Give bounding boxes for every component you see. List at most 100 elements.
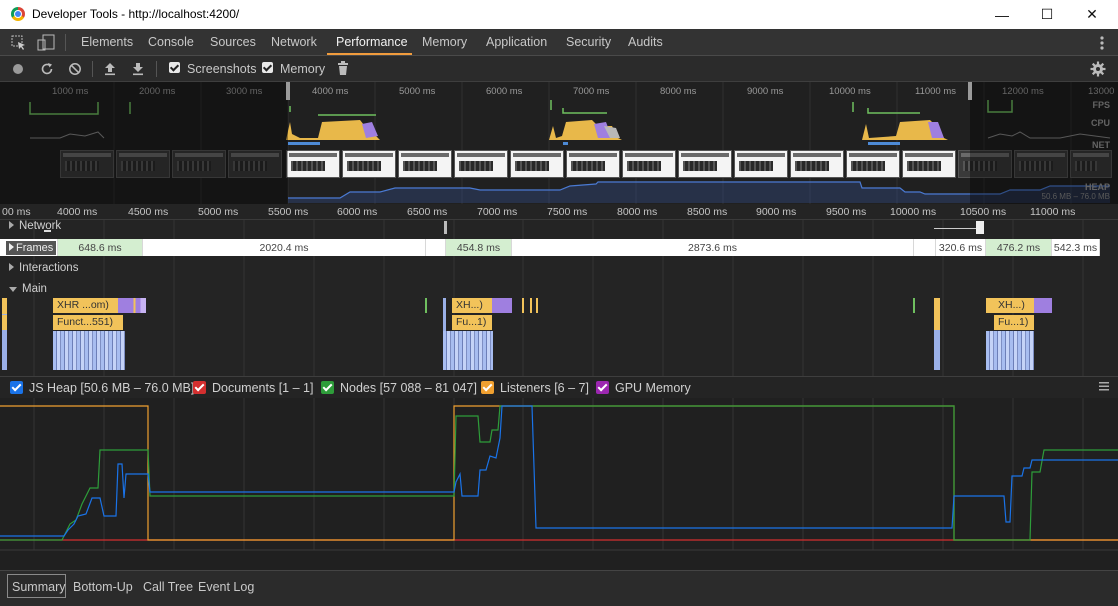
minimize-button[interactable]: — (979, 0, 1025, 29)
xhr-load-event[interactable]: XH...) (994, 298, 1034, 313)
settings-gear-icon[interactable] (1090, 61, 1106, 77)
flame-event[interactable] (986, 298, 994, 313)
ruler-tick: 6000 ms (337, 206, 378, 218)
tab-audits[interactable]: Audits (628, 35, 663, 49)
tab-bottom-up[interactable]: Bottom-Up (73, 580, 133, 594)
flame-event[interactable] (934, 298, 940, 330)
tab-application[interactable]: Application (486, 35, 547, 49)
devtools-tab-bar: Elements Console Sources Network Perform… (0, 29, 1118, 56)
close-button[interactable]: ✕ (1069, 0, 1115, 29)
maximize-button[interactable]: ☐ (1024, 0, 1070, 29)
tab-elements[interactable]: Elements (81, 35, 133, 49)
ruler-tick: 5000 ms (198, 206, 239, 218)
interactions-track-toggle[interactable]: Interactions (9, 262, 78, 274)
flame-event[interactable] (530, 298, 532, 313)
flame-subcalls[interactable] (443, 331, 493, 370)
xhr-load-event[interactable]: XHR ...om) (53, 298, 118, 313)
function-call-event[interactable]: Fu...1) (994, 315, 1034, 330)
frame-block[interactable]: 476.2 ms (986, 239, 1052, 256)
device-toolbar-icon[interactable] (37, 34, 55, 51)
network-track-toggle[interactable]: Network (9, 220, 61, 232)
tab-network[interactable]: Network (271, 35, 317, 49)
tab-call-tree[interactable]: Call Tree (143, 580, 193, 594)
frame-block[interactable]: 320.6 ms (936, 239, 986, 256)
flame-subcalls[interactable] (53, 331, 125, 370)
flame-event[interactable] (1034, 298, 1052, 313)
network-request-bar[interactable] (444, 221, 447, 234)
chrome-icon (11, 7, 25, 21)
flame-event[interactable] (492, 298, 512, 313)
ruler-tick: 9000 ms (756, 206, 797, 218)
screenshot-thumb (846, 150, 900, 178)
frame-block[interactable]: 454.8 ms (446, 239, 512, 256)
frame-block[interactable]: 2873.6 ms (512, 239, 914, 256)
details-tab-bar: Summary Bottom-Up Call Tree Event Log (0, 570, 1118, 606)
frame-block[interactable]: 648.6 ms (58, 239, 143, 256)
reload-icon[interactable] (40, 62, 54, 76)
selection-handle-right[interactable] (968, 82, 972, 100)
gpu-memory-checkbox[interactable] (596, 381, 609, 394)
screenshot-thumb (510, 150, 564, 178)
record-icon[interactable] (12, 63, 24, 75)
timeline-overview[interactable]: 1000 ms 2000 ms 3000 ms 4000 ms 5000 ms … (0, 82, 1118, 204)
tab-summary[interactable]: Summary (12, 580, 65, 594)
memory-counters-legend: JS Heap [50.6 MB – 76.0 MB] Documents [1… (0, 376, 1118, 398)
frames-track[interactable]: Frames 648.6 ms 2020.4 ms 454.8 ms 2873.… (0, 239, 1100, 256)
tab-event-log[interactable]: Event Log (198, 580, 254, 594)
screenshot-thumb (902, 150, 956, 178)
tab-memory[interactable]: Memory (422, 35, 467, 49)
screenshot-thumb (286, 150, 340, 178)
interactions-track-label: Interactions (19, 262, 79, 274)
flame-event[interactable] (2, 298, 7, 314)
screenshot-thumb (622, 150, 676, 178)
tab-sources[interactable]: Sources (210, 35, 256, 49)
network-request-bar[interactable] (976, 221, 984, 234)
ruler-tick: 5500 ms (268, 206, 309, 218)
frame-block[interactable]: 542.3 ms (1052, 239, 1100, 256)
more-menu-icon[interactable] (1094, 35, 1110, 51)
function-call-event[interactable]: Funct...551) (53, 315, 123, 330)
listeners-checkbox[interactable] (481, 381, 494, 394)
selection-dim-left (0, 82, 288, 204)
selection-handle-left[interactable] (286, 82, 290, 100)
flame-event[interactable] (118, 298, 146, 313)
network-request-bar[interactable] (934, 228, 978, 229)
flame-subcalls[interactable] (986, 331, 1034, 370)
clear-icon[interactable] (68, 62, 82, 76)
screenshot-thumb (454, 150, 508, 178)
flame-event[interactable] (522, 298, 524, 313)
frame-block[interactable]: 2020.4 ms (143, 239, 426, 256)
main-track-toggle[interactable]: Main (9, 283, 47, 295)
collapse-arrow-icon (9, 287, 17, 292)
xhr-load-event[interactable]: XH...) (452, 298, 492, 313)
network-request-bar[interactable] (44, 230, 51, 232)
flame-event[interactable] (536, 298, 538, 313)
expand-arrow-icon (9, 242, 14, 251)
flame-event[interactable] (913, 298, 915, 313)
nodes-checkbox[interactable] (321, 381, 334, 394)
function-call-event[interactable]: Fu...1) (452, 315, 492, 330)
frames-track-toggle[interactable]: Frames (0, 239, 58, 256)
tab-security[interactable]: Security (566, 35, 611, 49)
tab-performance[interactable]: Performance (336, 35, 408, 49)
inspect-element-icon[interactable] (11, 35, 27, 51)
documents-checkbox[interactable] (193, 381, 206, 394)
js-heap-checkbox[interactable] (10, 381, 23, 394)
flame-event[interactable] (2, 315, 7, 330)
flame-event[interactable] (425, 298, 427, 313)
tab-console[interactable]: Console (148, 35, 194, 49)
active-tab-indicator (327, 53, 412, 55)
screenshot-thumb (678, 150, 732, 178)
save-profile-icon[interactable] (131, 62, 145, 76)
memory-checkbox[interactable] (262, 62, 273, 73)
expand-arrow-icon (9, 263, 14, 271)
frame-block[interactable] (426, 239, 446, 256)
network-track-label: Network (19, 220, 62, 232)
hamburger-menu-icon[interactable] (1099, 381, 1109, 391)
screenshot-thumb (342, 150, 396, 178)
frame-block[interactable] (914, 239, 936, 256)
load-profile-icon[interactable] (103, 62, 117, 76)
screenshots-checkbox[interactable] (169, 62, 180, 73)
performance-toolbar: Screenshots Memory (0, 56, 1118, 82)
collect-garbage-icon[interactable] (337, 61, 349, 76)
